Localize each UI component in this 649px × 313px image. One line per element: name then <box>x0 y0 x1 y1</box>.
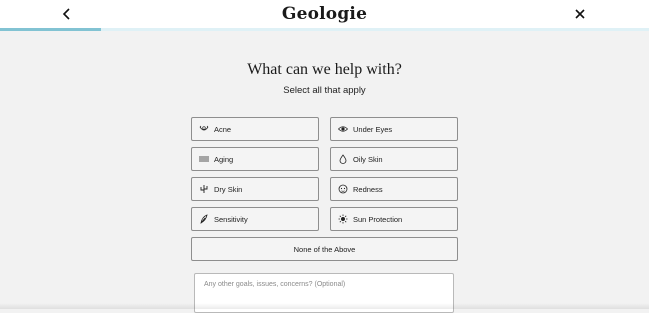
option-aging[interactable]: Aging <box>191 147 319 171</box>
option-label: Sensitivity <box>214 214 248 224</box>
feather-icon <box>199 214 209 224</box>
option-sensitivity[interactable]: Sensitivity <box>191 207 319 231</box>
top-bar: Geologie <box>0 0 649 28</box>
options-grid: Acne Under Eyes Aging Oily Skin Dry Skin… <box>191 117 458 261</box>
option-sun-protection[interactable]: Sun Protection <box>330 207 458 231</box>
oil-drop-icon <box>338 154 348 164</box>
chevron-left-icon <box>62 8 70 20</box>
bottom-shadow <box>0 303 649 309</box>
cactus-icon <box>199 184 209 194</box>
option-none-of-the-above[interactable]: None of the Above <box>191 237 458 261</box>
option-acne[interactable]: Acne <box>191 117 319 141</box>
option-label: Under Eyes <box>353 124 393 134</box>
eye-icon <box>338 124 348 134</box>
close-button[interactable] <box>571 4 589 24</box>
option-label: Redness <box>353 184 383 194</box>
brand-logo[interactable]: Geologie <box>282 4 367 24</box>
question-subtitle: Select all that apply <box>283 85 366 96</box>
option-label: Aging <box>214 154 234 164</box>
option-label: Acne <box>214 124 232 134</box>
face-icon <box>338 184 348 194</box>
option-label: None of the Above <box>293 244 356 254</box>
close-icon <box>575 9 585 19</box>
acne-icon <box>199 124 209 134</box>
back-button[interactable] <box>58 4 76 24</box>
aging-lines-icon <box>199 154 209 164</box>
option-label: Oily Skin <box>353 154 383 164</box>
option-dry-skin[interactable]: Dry Skin <box>191 177 319 201</box>
option-redness[interactable]: Redness <box>330 177 458 201</box>
option-under-eyes[interactable]: Under Eyes <box>330 117 458 141</box>
option-label: Sun Protection <box>353 214 403 224</box>
option-label: Dry Skin <box>214 184 243 194</box>
progress-bar <box>0 28 649 31</box>
option-oily-skin[interactable]: Oily Skin <box>330 147 458 171</box>
question-title: What can we help with? <box>247 61 402 78</box>
progress-fill <box>0 28 102 31</box>
sun-icon <box>338 214 348 224</box>
